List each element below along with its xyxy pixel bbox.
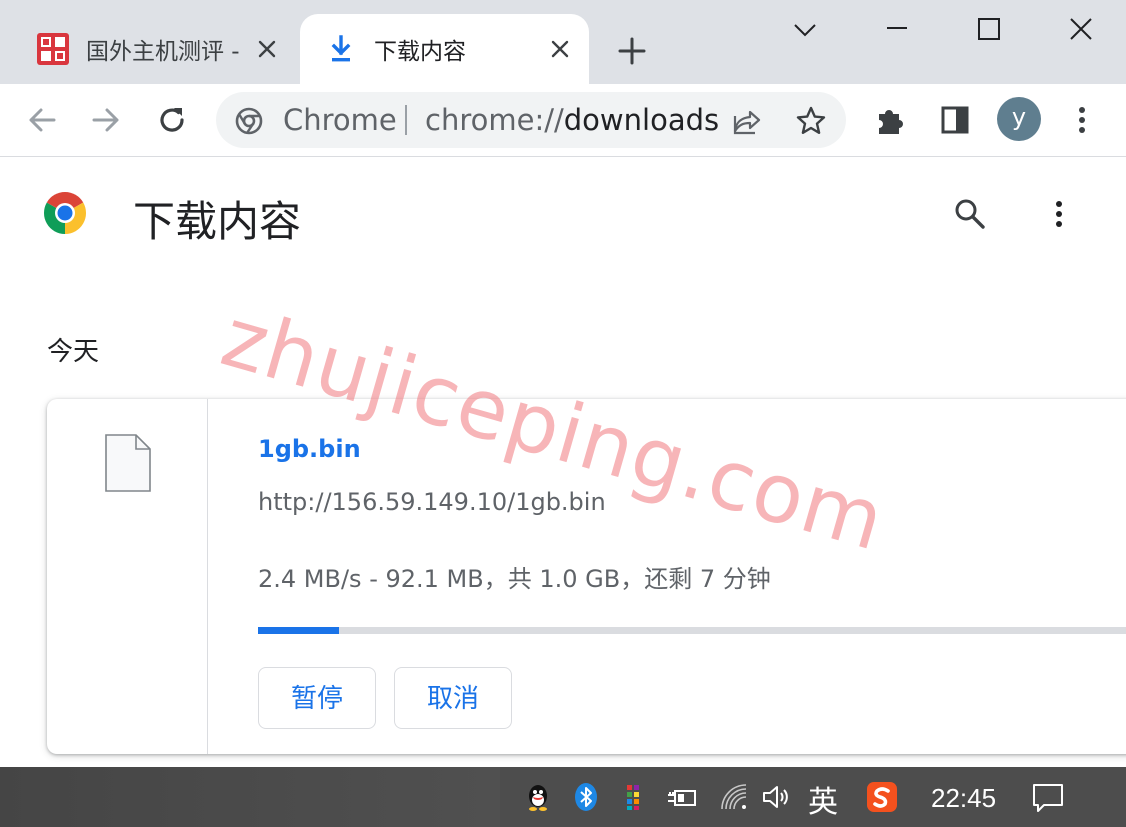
url-scheme: chrome:// (425, 103, 564, 137)
tab-close-icon[interactable] (254, 36, 280, 62)
back-icon[interactable] (22, 100, 62, 140)
tab-search-icon[interactable] (785, 10, 825, 50)
site-label: Chrome (283, 103, 397, 137)
bookmark-star-icon[interactable] (794, 104, 828, 138)
taskbar-background (0, 767, 500, 827)
chrome-site-icon (235, 107, 263, 135)
page-title: 下载内容 (133, 197, 302, 246)
notification-icon[interactable] (1031, 781, 1065, 815)
sogou-icon[interactable] (866, 781, 898, 813)
tab-close-icon[interactable] (547, 36, 573, 62)
profile-avatar[interactable]: y (997, 97, 1041, 141)
tab-strip: 国外主机测评 - 国外 下载内容 (0, 0, 1126, 84)
ime-language-indicator[interactable]: 英 (808, 777, 838, 821)
tab-title: 国外主机测评 - 国外 (86, 39, 241, 65)
taskbar: 英 22:45 (0, 767, 1126, 827)
download-status: 2.4 MB/s - 92.1 MB，共 1.0 GB，还剩 7 分钟 (258, 565, 771, 593)
chrome-logo-icon (43, 192, 87, 234)
download-item-card: 1gb.bin http://156.59.149.10/1gb.bin 2.4… (47, 399, 1126, 754)
tab-zhujiceping[interactable]: 国外主机测评 - 国外 (14, 14, 296, 84)
tab-downloads[interactable]: 下载内容 (300, 14, 589, 84)
extensions-puzzle-icon[interactable] (871, 100, 911, 140)
search-downloads-icon[interactable] (952, 196, 988, 232)
site-logo-icon (37, 33, 69, 65)
download-icon (331, 35, 351, 62)
download-progress-bar (258, 627, 1126, 634)
reload-icon[interactable] (152, 100, 192, 140)
date-group-label: 今天 (47, 337, 100, 367)
omnibox-separator (405, 105, 407, 135)
chrome-menu-icon[interactable] (1062, 100, 1102, 140)
url-text[interactable]: chrome://downloads (425, 103, 719, 137)
volume-icon[interactable] (760, 781, 792, 813)
url-host: downloads (563, 103, 720, 137)
browser-toolbar: Chrome chrome://downloads y (0, 84, 1126, 157)
address-bar[interactable]: Chrome chrome://downloads (216, 92, 846, 148)
power-icon[interactable] (666, 781, 698, 813)
cancel-button[interactable]: 取消 (394, 667, 512, 729)
more-actions-icon[interactable] (1044, 196, 1074, 232)
card-divider (207, 399, 208, 754)
bluetooth-icon[interactable] (570, 781, 602, 813)
wifi-icon[interactable] (718, 781, 750, 813)
minimize-icon[interactable] (877, 10, 917, 50)
tab-title: 下载内容 (374, 39, 466, 65)
file-icon (105, 434, 151, 492)
qq-icon[interactable] (522, 781, 554, 813)
system-clock[interactable]: 22:45 (931, 783, 996, 814)
download-filename-link[interactable]: 1gb.bin (258, 435, 361, 463)
share-icon[interactable] (730, 104, 764, 138)
app-grid-icon[interactable] (618, 781, 650, 813)
close-icon[interactable] (1061, 10, 1101, 50)
pause-button[interactable]: 暂停 (258, 667, 376, 729)
download-progress-fill (258, 627, 339, 634)
forward-icon[interactable] (86, 100, 126, 140)
download-source-url: http://156.59.149.10/1gb.bin (258, 488, 606, 516)
side-panel-icon[interactable] (935, 100, 975, 140)
new-tab-icon[interactable] (615, 34, 649, 68)
maximize-icon[interactable] (969, 10, 1009, 50)
